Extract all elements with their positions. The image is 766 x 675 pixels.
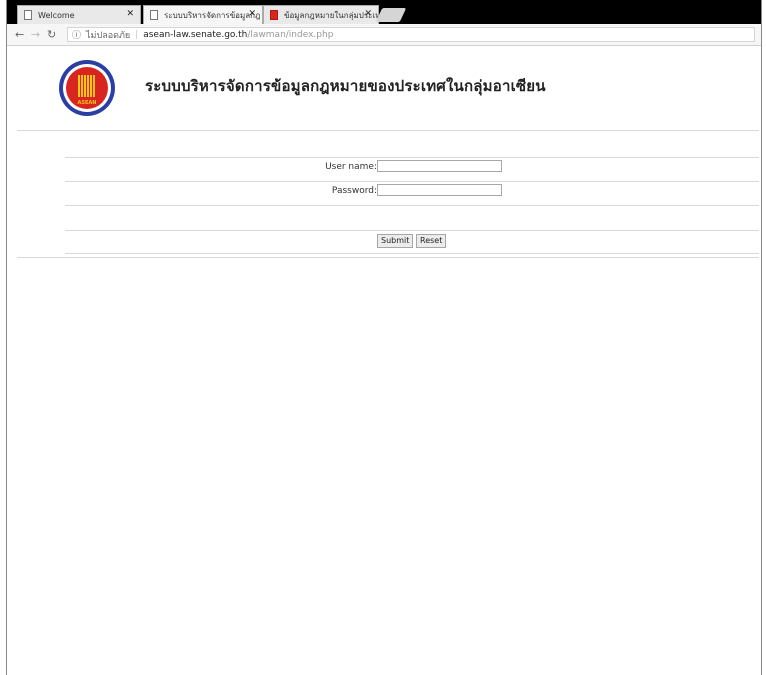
tab-asean-law[interactable]: ข้อมูลกฎหมายในกลุ่มประเทศ ✕ (263, 5, 379, 24)
tab-welcome[interactable]: Welcome ✕ (17, 5, 141, 24)
info-icon[interactable]: ⓘ (72, 28, 81, 41)
reload-icon[interactable]: ↻ (47, 28, 56, 41)
browser-toolbar: ← → ↻ ⓘ ไม่ปลอดภัย | asean-law.senate.go… (7, 24, 761, 46)
tab-strip: Welcome ✕ ระบบบริหารจัดการข้อมูลกฎ ✕ ข้อ… (7, 0, 761, 24)
divider (17, 130, 759, 131)
tab-lawman[interactable]: ระบบบริหารจัดการข้อมูลกฎ ✕ (143, 5, 263, 24)
close-icon[interactable]: ✕ (248, 9, 256, 19)
new-tab-button[interactable] (375, 8, 407, 22)
logo-text: ASEAN (77, 100, 97, 106)
divider (65, 157, 759, 158)
url-host: asean-law.senate.go.th (143, 29, 248, 40)
url-path: /lawman/index.php (247, 29, 334, 40)
close-icon[interactable]: ✕ (126, 9, 134, 19)
site-header: ASEAN ระบบบริหารจัดการข้อมูลกฎหมายของประ… (17, 52, 761, 128)
page-icon (24, 10, 32, 20)
favicon-icon (270, 10, 278, 20)
security-label: ไม่ปลอดภัย (86, 30, 131, 41)
asean-logo: ASEAN (59, 60, 115, 116)
tab-label: ระบบบริหารจัดการข้อมูลกฎ (164, 10, 261, 20)
address-bar[interactable]: ⓘ ไม่ปลอดภัย | asean-law.senate.go.th /l… (67, 27, 755, 42)
divider (65, 181, 759, 182)
submit-button[interactable]: Submit (377, 234, 414, 248)
password-input[interactable] (377, 184, 502, 196)
username-label: User name: (325, 162, 377, 172)
divider (65, 205, 759, 206)
rice-sheaf-icon (78, 75, 96, 97)
password-label: Password: (331, 186, 377, 196)
divider (65, 253, 759, 254)
reset-button[interactable]: Reset (416, 234, 447, 248)
page-title: ระบบบริหารจัดการข้อมูลกฎหมายของประเทศในก… (145, 77, 546, 95)
forward-icon[interactable]: → (31, 28, 40, 41)
close-icon[interactable]: ✕ (364, 9, 372, 19)
separator: | (135, 29, 139, 40)
back-icon[interactable]: ← (15, 28, 24, 41)
browser-window: Welcome ✕ ระบบบริหารจัดการข้อมูลกฎ ✕ ข้อ… (6, 0, 762, 675)
divider (17, 257, 759, 258)
page-icon (150, 10, 158, 20)
divider (65, 230, 759, 231)
username-input[interactable] (377, 160, 502, 172)
tab-label: Welcome (38, 10, 75, 20)
